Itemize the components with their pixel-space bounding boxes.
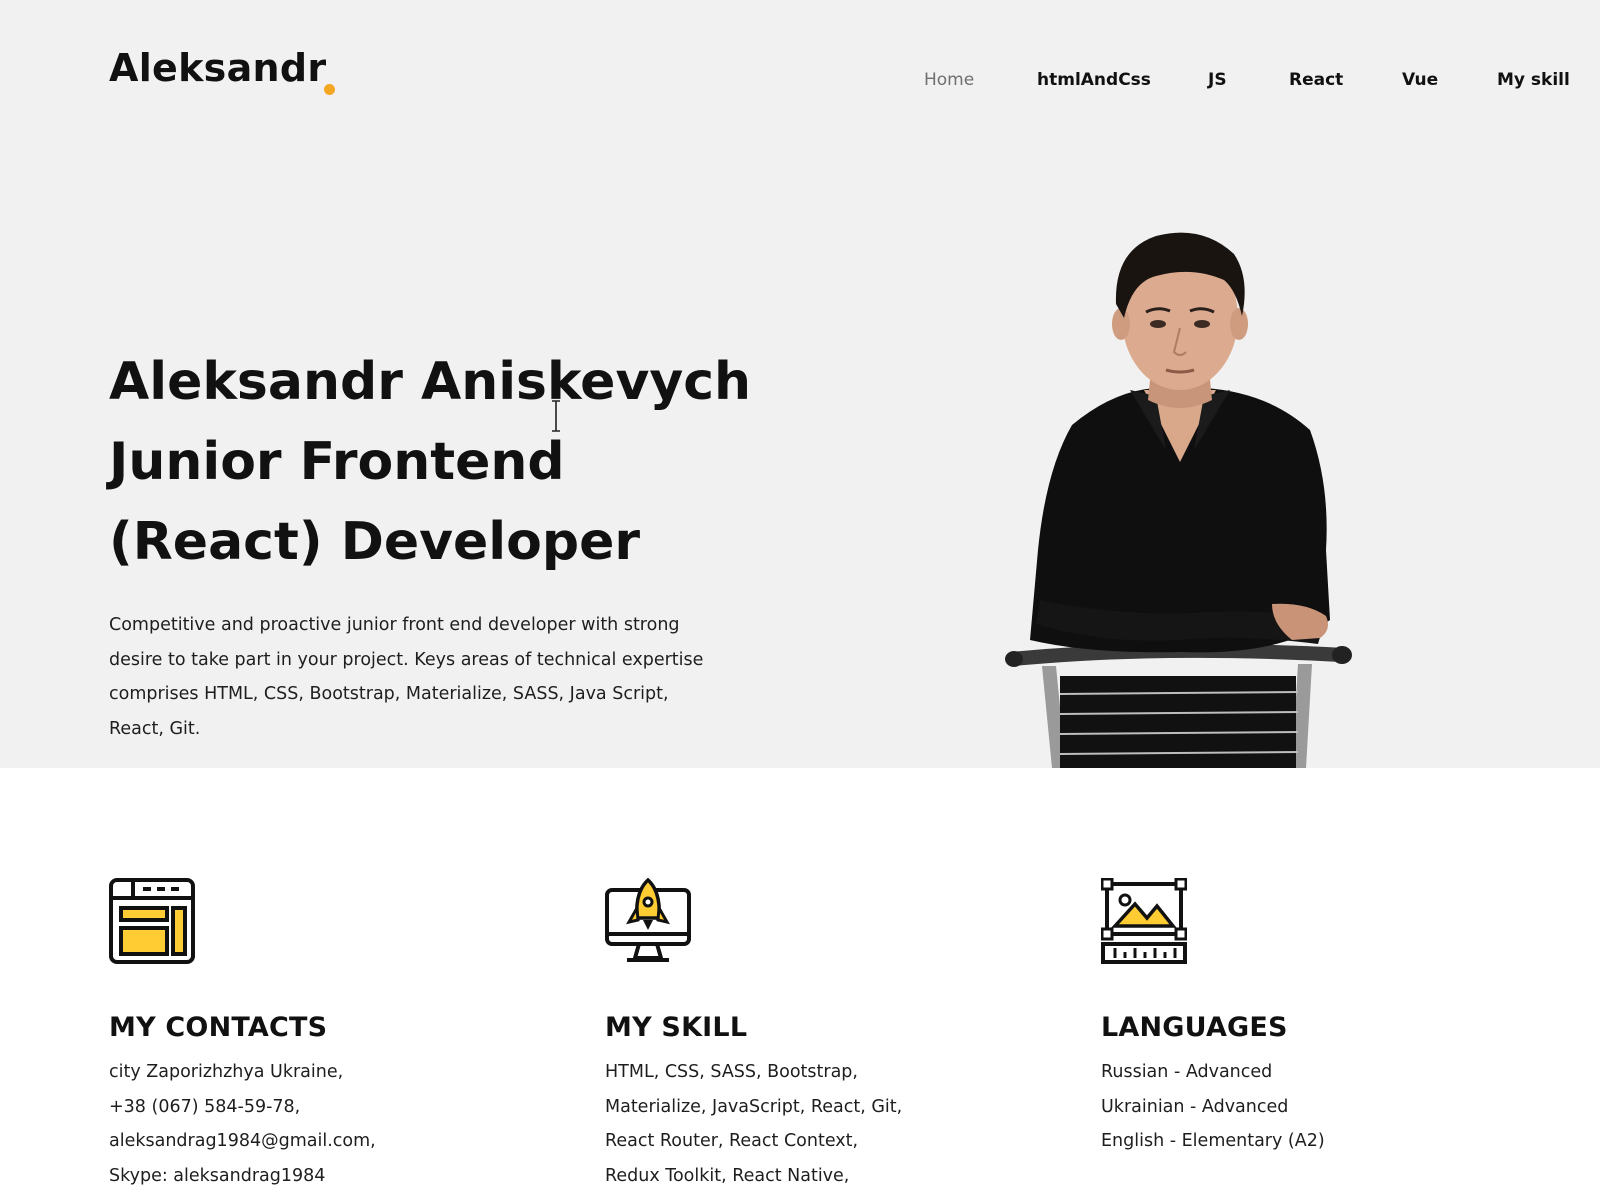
- contact-skype: Skype: aleksandrag1984: [109, 1166, 326, 1187]
- skill-column: MY SKILL HTML, CSS, SASS, Bootstrap, Mat…: [605, 878, 1045, 1194]
- contact-city: city Zaporizhzhya Ukraine,: [109, 1062, 344, 1082]
- skill-line: Materialize, JavaScript, React, Git,: [605, 1096, 903, 1117]
- hero-title-line-1: Aleksandr Aniskevych: [109, 352, 752, 412]
- contact-phone: +38 (067) 584-59-78,: [109, 1096, 301, 1117]
- skill-line: Redux Toolkit, React Native,: [605, 1166, 850, 1187]
- hero-description: Competitive and proactive junior front e…: [109, 615, 704, 740]
- languages-lines: Russian - Advanced Ukrainian - Advanced …: [1101, 1055, 1541, 1159]
- languages-title: LANGUAGES: [1101, 1012, 1288, 1043]
- hero-title-line-2: Junior Frontend: [109, 432, 565, 492]
- hero-title: Aleksandr Aniskevych Junior Frontend (Re…: [109, 342, 809, 582]
- contact-email: aleksandrag1984@gmail.com,: [109, 1131, 376, 1152]
- portrait-photo: [1005, 232, 1352, 768]
- skill-lines: HTML, CSS, SASS, Bootstrap, Materialize,…: [605, 1055, 1045, 1194]
- nav-my-skill[interactable]: My skill: [1497, 70, 1570, 90]
- rocket-monitor-icon: [605, 878, 691, 962]
- language-line: English - Elementary (A2): [1101, 1131, 1325, 1152]
- skill-title: MY SKILL: [605, 1012, 748, 1043]
- browser-layout-icon: [109, 878, 195, 964]
- main-nav: Home htmlAndCss JS React Vue My skill: [0, 70, 1600, 94]
- contacts-lines: city Zaporizhzhya Ukraine, +38 (067) 584…: [109, 1055, 549, 1194]
- features-section: MY CONTACTS city Zaporizhzhya Ukraine, +…: [0, 768, 1600, 1200]
- nav-home[interactable]: Home: [924, 70, 974, 90]
- contacts-column: MY CONTACTS city Zaporizhzhya Ukraine, +…: [109, 878, 549, 1194]
- contacts-title: MY CONTACTS: [109, 1012, 328, 1043]
- nav-htmlandcss[interactable]: htmlAndCss: [1037, 70, 1151, 90]
- skill-line: HTML, CSS, SASS, Bootstrap,: [605, 1062, 858, 1082]
- nav-react[interactable]: React: [1289, 70, 1343, 90]
- skill-line: React Router, React Context,: [605, 1131, 859, 1152]
- text-cursor-icon: [552, 400, 560, 432]
- image-ruler-icon: [1101, 878, 1187, 964]
- nav-vue[interactable]: Vue: [1402, 70, 1438, 90]
- language-line: Russian - Advanced: [1101, 1062, 1273, 1082]
- nav-js[interactable]: JS: [1208, 70, 1227, 90]
- hero-section: Aleksandr Home htmlAndCss JS React Vue M…: [0, 0, 1600, 768]
- languages-column: LANGUAGES Russian - Advanced Ukrainian -…: [1101, 878, 1541, 1159]
- language-line: Ukrainian - Advanced: [1101, 1096, 1289, 1117]
- hero-title-line-3: (React) Developer: [109, 512, 640, 572]
